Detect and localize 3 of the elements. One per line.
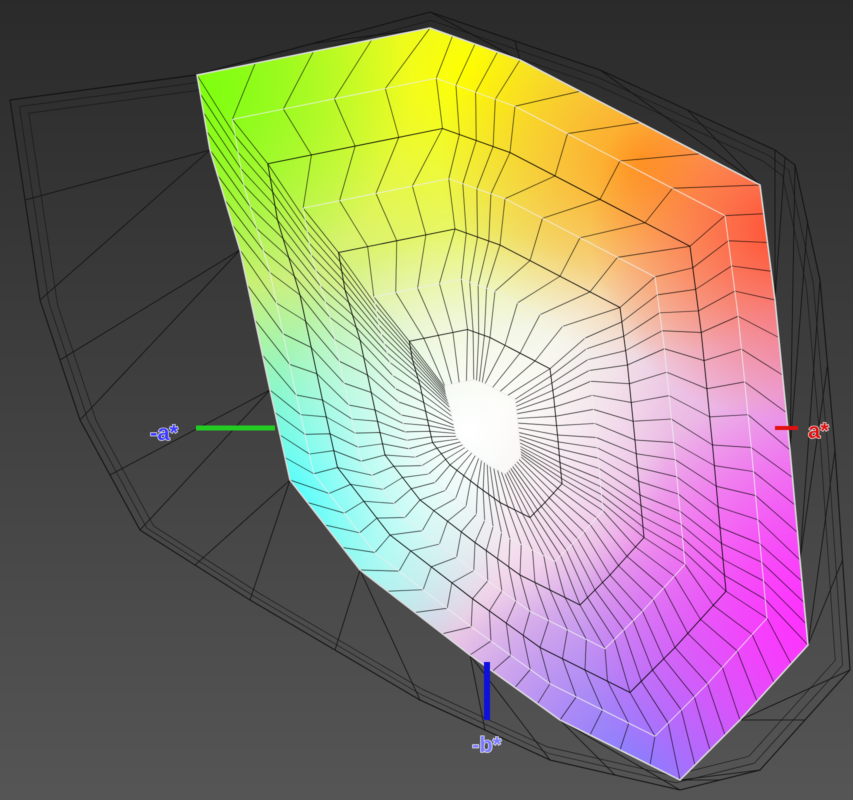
axis-label: a*: [808, 418, 829, 443]
axis-label: -b*: [472, 732, 502, 757]
axis-label: -a*: [150, 420, 178, 445]
